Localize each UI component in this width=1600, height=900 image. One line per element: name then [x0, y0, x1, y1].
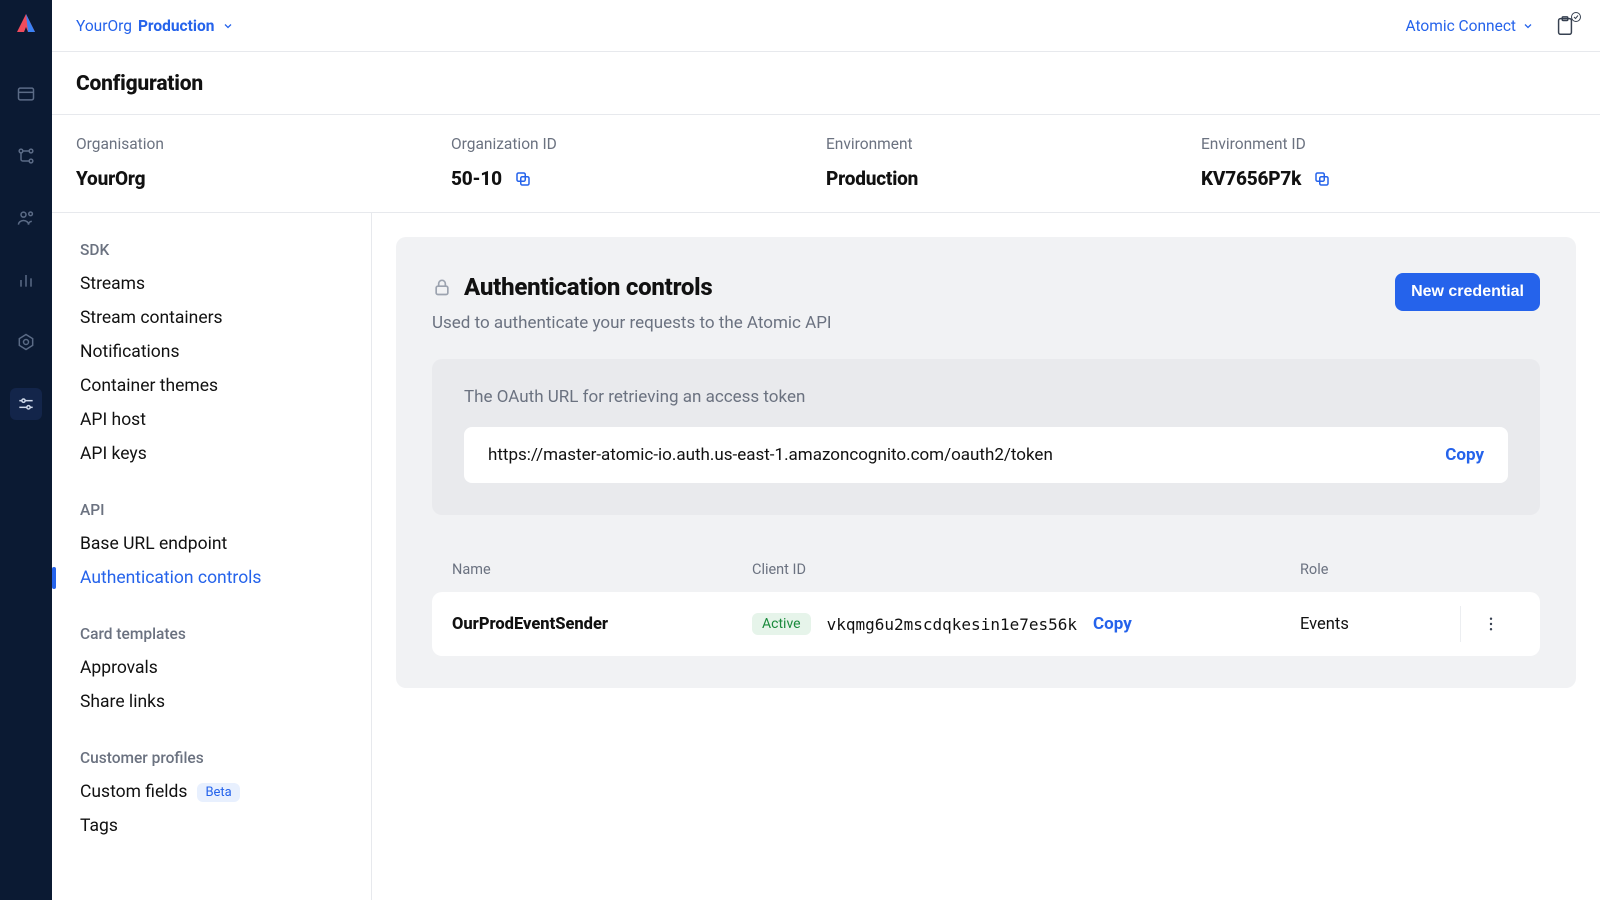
panel-title: Authentication controls	[464, 273, 713, 301]
sidenav-item-label: Stream containers	[80, 308, 223, 328]
auth-controls-panel: Authentication controls Used to authenti…	[396, 237, 1576, 688]
info-orgid-label: Organization ID	[451, 135, 826, 153]
nav-group-label: API	[80, 501, 355, 519]
info-org-label: Organisation	[76, 135, 451, 153]
status-badge: Active	[752, 613, 811, 635]
rail-config-icon[interactable]	[10, 388, 42, 420]
rail-flows-icon[interactable]	[10, 140, 42, 172]
oauth-url: https://master-atomic-io.auth.us-east-1.…	[488, 445, 1053, 465]
credential-clientid-cell: Active vkqmg6u2mscdqkesin1e7es56k Copy	[752, 613, 1300, 635]
info-envid-label: Environment ID	[1201, 135, 1576, 153]
client-id-value: vkqmg6u2mscdqkesin1e7es56k	[827, 615, 1077, 634]
env-switcher[interactable]: YourOrg Production	[76, 17, 234, 35]
oauth-caption: The OAuth URL for retrieving an access t…	[464, 387, 1508, 407]
breadcrumb-env: Production	[138, 17, 214, 35]
info-env-label: Environment	[826, 135, 1201, 153]
sidenav-item-label: Custom fields	[80, 782, 187, 802]
rail-settings-icon[interactable]	[10, 326, 42, 358]
credential-name: OurProdEventSender	[452, 615, 752, 634]
left-rail	[0, 0, 52, 900]
credential-row: OurProdEventSenderActive vkqmg6u2mscdqkes…	[432, 592, 1540, 656]
sidenav-item[interactable]: Base URL endpoint	[80, 527, 355, 561]
sidenav-item[interactable]: Stream containers	[80, 301, 355, 335]
copy-oauth-button[interactable]: Copy	[1445, 445, 1484, 465]
info-org-value: YourOrg	[76, 167, 451, 190]
copy-orgid-button[interactable]	[514, 170, 532, 188]
nav-group-label: Card templates	[80, 625, 355, 643]
rail-cards-icon[interactable]	[10, 78, 42, 110]
info-envid-value: KV7656P7k	[1201, 167, 1301, 190]
sidenav-item[interactable]: Custom fields Beta	[80, 775, 355, 809]
beta-badge: Beta	[197, 783, 239, 802]
sidenav-item[interactable]: Streams	[80, 267, 355, 301]
new-credential-button[interactable]: New credential	[1395, 273, 1540, 311]
sidenav-item-label: Streams	[80, 274, 145, 294]
info-env-value: Production	[826, 167, 1201, 190]
nav-group-label: Customer profiles	[80, 749, 355, 767]
nav-group-label: SDK	[80, 241, 355, 259]
sidenav-item[interactable]: API host	[80, 403, 355, 437]
sidenav-item-label: API host	[80, 410, 146, 430]
sidenav-item-label: Base URL endpoint	[80, 534, 227, 554]
chevron-down-icon	[222, 20, 234, 32]
atomic-connect-label: Atomic Connect	[1405, 17, 1516, 35]
col-name: Name	[452, 561, 752, 578]
sidenav-item[interactable]: Notifications	[80, 335, 355, 369]
col-clientid: Client ID	[752, 561, 1300, 578]
sidenav-item[interactable]: Approvals	[80, 651, 355, 685]
sidenav-item[interactable]: Authentication controls	[80, 561, 355, 595]
lock-icon	[432, 277, 452, 297]
sidenav-item-label: Share links	[80, 692, 165, 712]
credential-role: Events	[1300, 615, 1460, 634]
sidenav-item-label: API keys	[80, 444, 147, 464]
copy-envid-button[interactable]	[1313, 170, 1331, 188]
rail-customers-icon[interactable]	[10, 202, 42, 234]
org-info-strip: Organisation YourOrg Organization ID 50-…	[52, 114, 1600, 213]
chevron-down-icon	[1522, 20, 1534, 32]
oauth-url-block: The OAuth URL for retrieving an access t…	[432, 359, 1540, 515]
sidenav-item-label: Notifications	[80, 342, 179, 362]
sidenav-item-label: Container themes	[80, 376, 218, 396]
rail-analytics-icon[interactable]	[10, 264, 42, 296]
sidenav-item-label: Approvals	[80, 658, 158, 678]
row-actions-button[interactable]	[1460, 606, 1520, 642]
topbar: YourOrg Production Atomic Connect	[52, 0, 1600, 52]
sidenav-item[interactable]: API keys	[80, 437, 355, 471]
info-orgid-value: 50-10	[451, 167, 502, 190]
app-logo	[10, 8, 42, 40]
config-sidenav: SDK Streams Stream containers Notifications…	[52, 213, 372, 900]
credentials-table: Name Client ID Role OurProdEventSenderAc…	[432, 555, 1540, 656]
sidenav-item[interactable]: Tags	[80, 809, 355, 843]
sidenav-item-label: Tags	[80, 816, 118, 836]
tasks-icon[interactable]	[1554, 15, 1576, 37]
page-title: Configuration	[76, 72, 1576, 96]
panel-subtitle: Used to authenticate your requests to th…	[432, 313, 832, 333]
sidenav-item[interactable]: Container themes	[80, 369, 355, 403]
atomic-connect-menu[interactable]: Atomic Connect	[1405, 17, 1534, 35]
col-role: Role	[1300, 561, 1460, 578]
sidenav-item[interactable]: Share links	[80, 685, 355, 719]
sidenav-item-label: Authentication controls	[80, 568, 261, 588]
copy-clientid-button[interactable]: Copy	[1093, 614, 1132, 634]
breadcrumb-org: YourOrg	[76, 17, 132, 35]
